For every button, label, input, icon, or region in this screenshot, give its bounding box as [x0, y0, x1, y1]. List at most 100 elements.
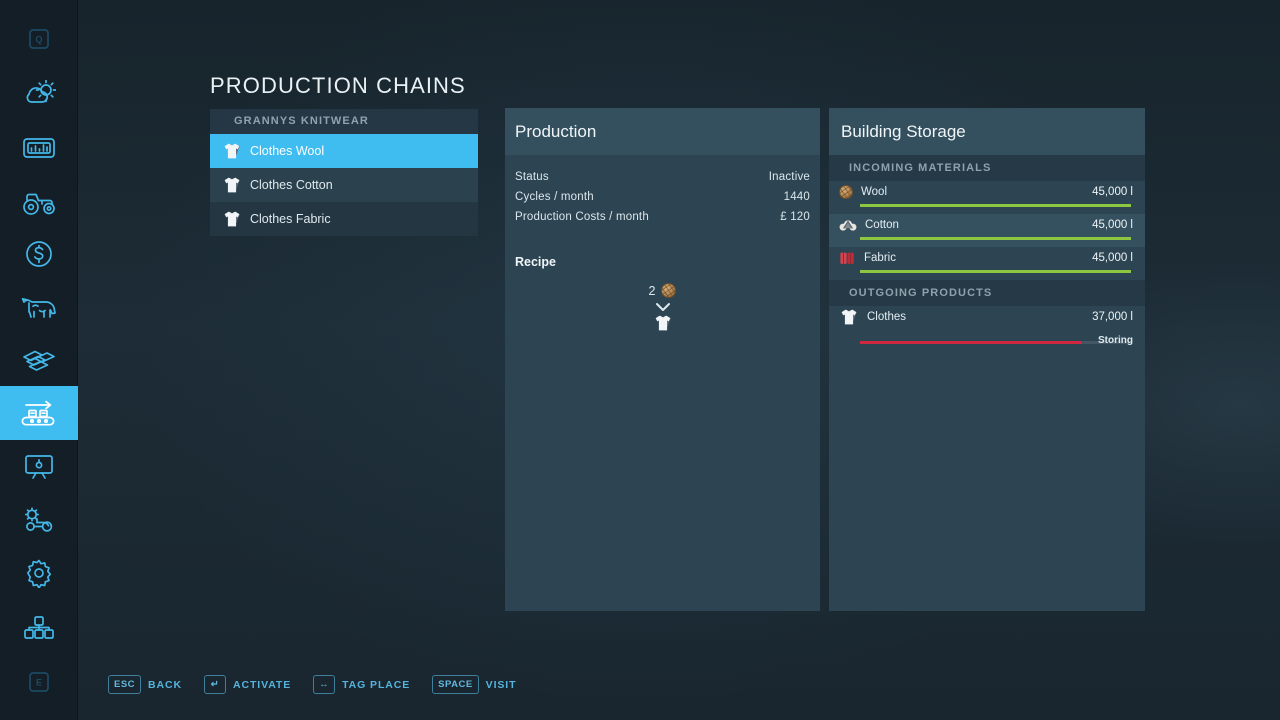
recipe-input-amount: 2: [649, 284, 656, 298]
chevron-down-icon: [655, 302, 671, 312]
sidebar-item-contracts[interactable]: [0, 335, 78, 389]
recipe-input: 2: [649, 283, 677, 298]
help-label: ACTIVATE: [233, 679, 291, 691]
storage-row-status: Storing: [1098, 335, 1133, 346]
chain-list-item-label: Clothes Fabric: [250, 212, 331, 226]
storage-row-amount: 45,000 l: [1092, 186, 1133, 198]
cotton-icon: [839, 218, 857, 233]
fabric-icon: [839, 251, 856, 266]
help-label: VISIT: [486, 679, 517, 691]
storage-row-amount: 37,000 l: [1092, 311, 1133, 323]
storage-row-bar: [860, 237, 1131, 240]
recipe-diagram: 2: [505, 283, 820, 332]
help-item[interactable]: ↔TAG PLACE: [313, 675, 410, 694]
gear-icon: [24, 558, 54, 588]
storage-section-header: OUTGOING PRODUCTS: [829, 280, 1145, 306]
key-q-icon: Q: [28, 28, 50, 50]
storage-row[interactable]: Cotton 45,000 l: [829, 214, 1145, 247]
tractor-icon: [21, 188, 57, 216]
sidebar-item-multiplayer[interactable]: [0, 601, 78, 655]
building-storage-panel: Building Storage INCOMING MATERIALS Wool 4…: [829, 108, 1145, 611]
storage-row-bar: [860, 204, 1131, 207]
help-item[interactable]: ESC BACK: [108, 675, 182, 694]
production-stats-list: StatusInactiveCycles / month1440Producti…: [505, 155, 820, 227]
production-stat-row: Production Costs / month £ 120: [515, 207, 810, 227]
chain-list-item-label: Clothes Wool: [250, 144, 324, 158]
key-e-icon: E: [28, 671, 50, 693]
production-stat-row: Status Inactive: [515, 167, 810, 187]
storage-row-bar-fill: [860, 204, 1131, 207]
sidebar-item-key-q-hint[interactable]: Q: [0, 12, 78, 66]
sidebar-item-animals[interactable]: [0, 281, 78, 335]
gear-vehicle-icon: [21, 506, 57, 534]
sidebar-item-vehicles[interactable]: [0, 175, 78, 229]
recipe-heading: Recipe: [515, 255, 820, 269]
help-keycap: ESC: [108, 675, 141, 694]
storage-row-amount: 45,000 l: [1092, 219, 1133, 231]
production-stat-value: 1440: [784, 187, 810, 207]
storage-row[interactable]: Clothes 37,000 l Storing: [829, 306, 1145, 351]
storage-row-top: Cotton 45,000 l: [839, 214, 1133, 236]
chain-list-item[interactable]: Clothes Fabric: [210, 202, 478, 236]
production-stat-value: £ 120: [780, 207, 810, 227]
clothes-icon: [222, 210, 242, 228]
documents-icon: [21, 348, 57, 376]
storage-row-bar-fill: [860, 237, 1131, 240]
nodes-icon: [23, 615, 55, 641]
statistics-icon: [22, 136, 56, 160]
sidebar-item-finances[interactable]: [0, 227, 78, 281]
svg-text:Q: Q: [35, 35, 42, 45]
chain-list-item[interactable]: Clothes Cotton: [210, 168, 478, 202]
storage-row-name: Cotton: [865, 219, 899, 231]
storage-row-bar: [860, 341, 1131, 344]
help-keycap: SPACE: [432, 675, 479, 694]
storage-row-bar-fill: [860, 341, 1082, 344]
sidebar-item-construction[interactable]: [0, 493, 78, 547]
help-keycap: ↵: [204, 675, 226, 694]
clothes-icon: [839, 308, 859, 326]
sidebar-item-weather[interactable]: [0, 67, 78, 121]
storage-row-name: Wool: [861, 186, 887, 198]
sidebar-rail: QE: [0, 0, 78, 720]
svg-text:E: E: [36, 678, 42, 688]
chain-group-header: GRANNYS KNITWEAR: [210, 109, 478, 134]
chain-list-item[interactable]: Clothes Wool: [210, 134, 478, 168]
clothes-icon: [222, 142, 242, 160]
production-chain-list: GRANNYS KNITWEAR Clothes Wool Clothes Co…: [210, 109, 478, 236]
sidebar-item-key-e-hint[interactable]: E: [0, 655, 78, 709]
production-stat-key: Status: [515, 167, 549, 187]
sidebar-item-production-chains[interactable]: [0, 386, 78, 440]
weather-icon: [22, 80, 56, 108]
production-stat-value: Inactive: [769, 167, 810, 187]
wool-ball-icon: [839, 185, 853, 199]
conveyor-belt-icon: [20, 399, 58, 427]
storage-row-amount: 45,000 l: [1092, 252, 1133, 264]
storage-row[interactable]: Wool 45,000 l: [829, 181, 1145, 214]
recipe-output: [653, 314, 673, 332]
dollar-coin-icon: [24, 239, 54, 269]
storage-row-top: Wool 45,000 l: [839, 181, 1133, 203]
storage-panel-title: Building Storage: [829, 108, 1145, 155]
production-stat-key: Production Costs / month: [515, 207, 649, 227]
storage-row-name: Clothes: [867, 311, 906, 323]
help-bar: ESC BACK ↵ ACTIVATE ↔TAG PLACE SPACE VISIT: [108, 675, 516, 694]
production-stat-key: Cycles / month: [515, 187, 594, 207]
production-panel-title: Production: [505, 108, 820, 155]
help-label: BACK: [148, 679, 182, 691]
storage-row-bar: [860, 270, 1131, 273]
help-item[interactable]: ↵ ACTIVATE: [204, 675, 291, 694]
storage-row-name: Fabric: [864, 252, 896, 264]
page-title: PRODUCTION CHAINS: [210, 73, 466, 99]
wool-ball-icon: [661, 283, 676, 298]
sidebar-item-map-overview[interactable]: [0, 440, 78, 494]
storage-section-header: INCOMING MATERIALS: [829, 155, 1145, 181]
help-keycap: ↔: [313, 675, 335, 694]
help-item[interactable]: SPACE VISIT: [432, 675, 516, 694]
monitor-map-icon: [23, 453, 55, 481]
sidebar-item-statistics[interactable]: [0, 121, 78, 175]
storage-row[interactable]: Fabric 45,000 l: [829, 247, 1145, 280]
production-panel: Production Status Inactive Cycles / month 1…: [505, 108, 820, 611]
cow-icon: [20, 294, 58, 322]
sidebar-item-settings[interactable]: [0, 546, 78, 600]
chain-list-item-label: Clothes Cotton: [250, 178, 333, 192]
